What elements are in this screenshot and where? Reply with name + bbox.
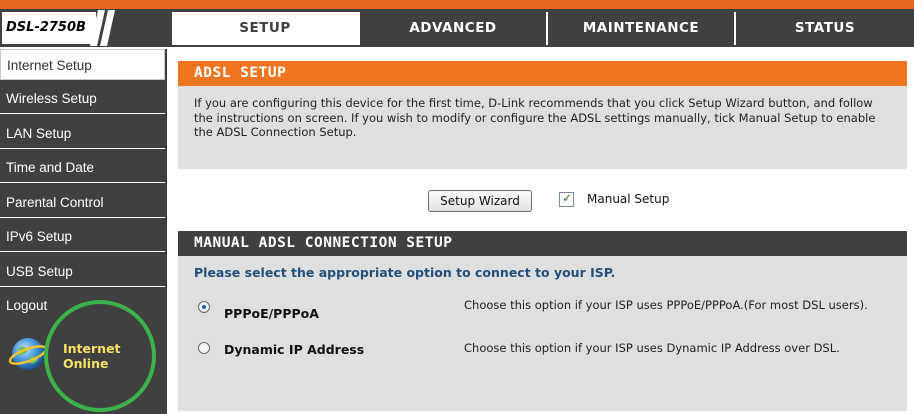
sidebar-item-wireless-setup[interactable]: Wireless Setup: [0, 83, 165, 114]
globe-icon: [8, 338, 48, 370]
checkmark-icon: ✓: [562, 191, 573, 205]
adsl-setup-description: If you are configuring this device for t…: [194, 96, 876, 139]
manual-adsl-section: MANUAL ADSL CONNECTION SETUP Please sele…: [178, 231, 907, 411]
tab-advanced[interactable]: ADVANCED: [360, 12, 546, 45]
radio-pppoe[interactable]: [198, 301, 210, 313]
sidebar-item-ipv6-setup[interactable]: IPv6 Setup: [0, 221, 165, 252]
option-dynamic-ip-description: Choose this option if your ISP uses Dyna…: [464, 341, 840, 355]
tab-status[interactable]: STATUS: [736, 12, 914, 45]
tab-maintenance[interactable]: MAINTENANCE: [548, 12, 734, 45]
highlight-ring: [44, 300, 156, 412]
adsl-setup-title: ADSL SETUP: [178, 61, 907, 86]
sidebar-item-parental-control[interactable]: Parental Control: [0, 187, 165, 218]
sidebar-item-usb-setup[interactable]: USB Setup: [0, 256, 165, 287]
sidebar-item-lan-setup[interactable]: LAN Setup: [0, 118, 165, 149]
radio-dynamic-ip[interactable]: [198, 342, 210, 354]
isp-prompt: Please select the appropriate option to …: [194, 265, 616, 280]
device-model-logo: DSL-2750B: [2, 12, 96, 44]
logo-slash-graphic: [90, 10, 115, 46]
option-dynamic-ip: Dynamic IP Address Choose this option if…: [178, 341, 907, 365]
setup-wizard-button[interactable]: Setup Wizard: [428, 190, 532, 212]
top-accent-bar: [0, 0, 914, 9]
tab-setup[interactable]: SETUP: [172, 12, 358, 45]
option-pppoe-label: PPPoE/PPPoA: [224, 306, 319, 321]
sidebar-item-time-and-date[interactable]: Time and Date: [0, 152, 165, 183]
manual-setup-checkbox[interactable]: ✓: [559, 191, 574, 207]
adsl-setup-section: ADSL SETUP If you are configuring this d…: [178, 61, 907, 169]
manual-setup-label: Manual Setup: [587, 192, 670, 206]
wizard-row: Setup Wizard ✓ Manual Setup: [178, 186, 907, 220]
main-content: ADSL SETUP If you are configuring this d…: [167, 49, 914, 414]
option-pppoe: PPPoE/PPPoA Choose this option if your I…: [178, 298, 907, 334]
manual-adsl-title: MANUAL ADSL CONNECTION SETUP: [178, 231, 907, 256]
option-pppoe-description: Choose this option if your ISP uses PPPo…: [464, 298, 868, 312]
option-dynamic-ip-label: Dynamic IP Address: [224, 342, 365, 357]
sidebar-item-internet-setup[interactable]: Internet Setup: [0, 49, 165, 80]
